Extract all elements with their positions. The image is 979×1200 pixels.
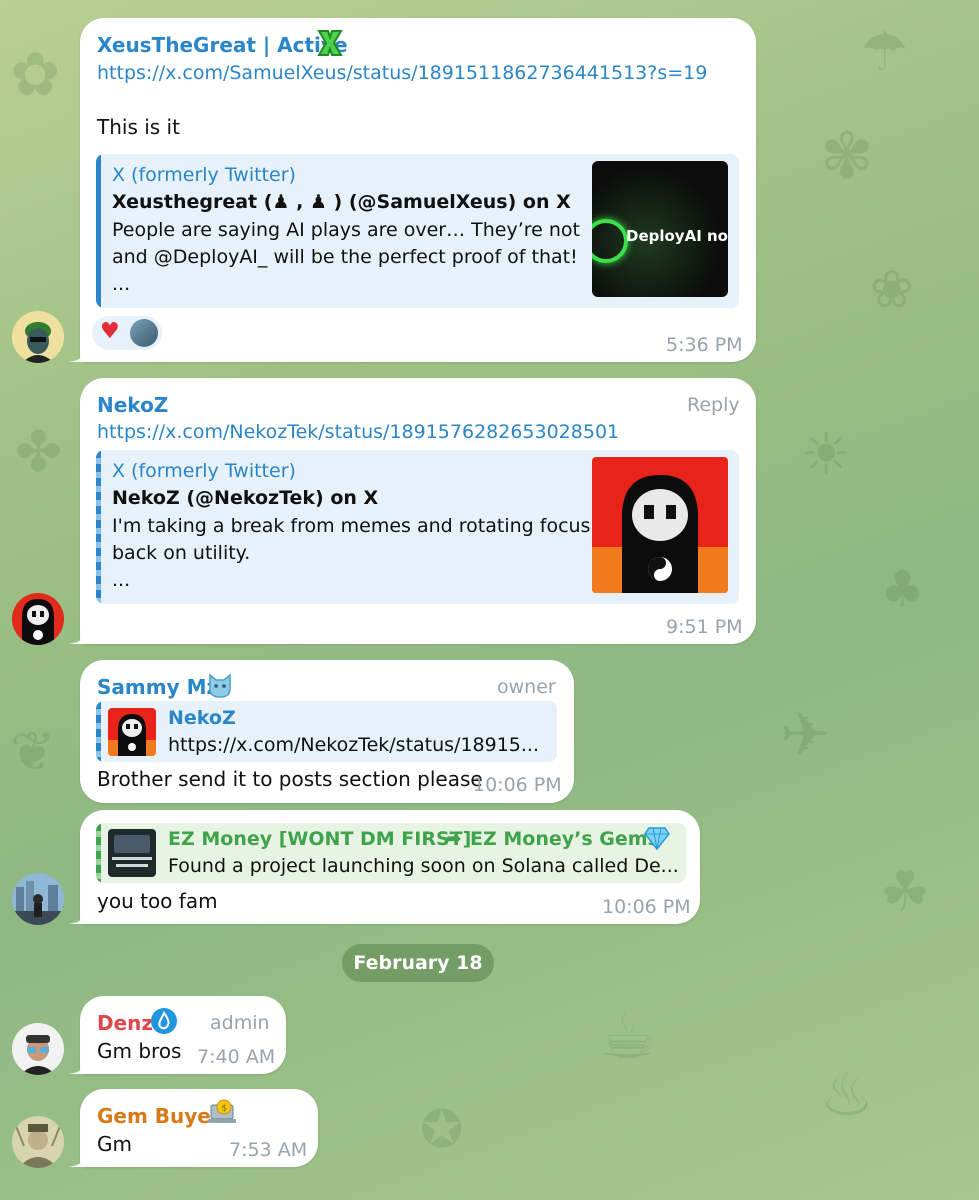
background-doodle: ❦ — [10, 720, 56, 783]
avatar[interactable] — [12, 1023, 64, 1075]
message-link[interactable]: https://x.com/NekozTek/status/1891576282… — [97, 421, 619, 443]
blue-cat-emoji-icon — [206, 671, 234, 699]
thumbnail-text: DeployAI now — [626, 227, 728, 245]
message-bubble-xeus[interactable]: XeusTheGreat | Active https://x.com/Samu… — [70, 18, 756, 362]
message-text: This is it — [97, 115, 180, 139]
preview-description: I'm taking a break from memes and rotati… — [112, 515, 591, 537]
background-doodle: ✪ — [420, 1100, 464, 1160]
avatar[interactable] — [12, 311, 64, 363]
sender-name[interactable]: Denz — [97, 1011, 153, 1035]
heart-icon[interactable]: ♥ — [100, 319, 120, 344]
message-bubble-gem-buyer[interactable]: Gem Buyer $ Gm 7:53 AM — [70, 1089, 318, 1167]
message-time: 10:06 PM — [473, 774, 562, 796]
message-text: Brother send it to posts section please — [97, 767, 483, 791]
background-doodle: ✤ — [15, 420, 62, 485]
green-x-emoji-icon — [316, 28, 344, 58]
background-doodle: ☕ — [600, 1000, 658, 1074]
message-bubble-you-too-fam[interactable]: EZ Money [WONT DM FIRST] ➦ EZ Money’s Ge… — [70, 810, 700, 924]
preview-thumbnail: DeployAI now — [592, 161, 728, 297]
message-text: Gm — [97, 1132, 132, 1156]
message-time: 10:06 PM — [602, 896, 691, 918]
quote-text: https://x.com/NekozTek/status/18915... — [168, 734, 540, 756]
avatar[interactable] — [12, 1116, 64, 1168]
message-bubble-nekoz[interactable]: NekoZ Reply https://x.com/NekozTek/statu… — [70, 378, 756, 644]
background-doodle: ♨ — [820, 1060, 874, 1130]
forward-target: EZ Money’s Gems — [470, 828, 659, 850]
svg-text:$: $ — [222, 1104, 228, 1114]
background-doodle: ☂ — [860, 20, 909, 83]
background-doodle: ❀ — [870, 260, 914, 320]
link-preview[interactable]: X (formerly Twitter) Xeusthegreat (♟ , ♟… — [96, 154, 739, 308]
forward-arrow-icon: ➦ — [445, 826, 462, 850]
quote-author: NekoZ — [168, 707, 236, 729]
laptop-coin-emoji-icon: $ — [206, 1099, 238, 1127]
preview-site-name: X (formerly Twitter) — [112, 164, 296, 186]
background-doodle: ☘ — [880, 860, 931, 925]
message-text: Gm bros — [97, 1039, 182, 1063]
sender-name[interactable]: Sammy Mz — [97, 675, 218, 699]
preview-accent-bar — [96, 154, 101, 308]
quote-accent-bar — [96, 701, 101, 762]
reply-label[interactable]: Reply — [687, 394, 740, 416]
message-time: 7:53 AM — [229, 1139, 308, 1161]
background-doodle: ♣ — [880, 560, 925, 618]
preview-description: People are saying AI plays are over… The… — [112, 219, 580, 241]
background-doodle: ✿ — [10, 40, 61, 110]
message-link[interactable]: https://x.com/SamuelXeus/status/18915118… — [97, 62, 707, 84]
preview-site-name: X (formerly Twitter) — [112, 460, 296, 482]
preview-accent-bar — [96, 450, 101, 604]
reply-quote[interactable]: EZ Money [WONT DM FIRST] ➦ EZ Money’s Ge… — [96, 823, 686, 883]
preview-thumbnail — [592, 457, 728, 593]
preview-description: back on utility. — [112, 542, 251, 564]
sender-name[interactable]: XeusTheGreat | Active — [97, 33, 348, 57]
quote-thumbnail — [108, 829, 156, 877]
message-time: 7:40 AM — [197, 1046, 276, 1068]
preview-title: NekoZ (@NekozTek) on X — [112, 487, 379, 509]
preview-description: and @DeployAI_ will be the perfect proof… — [112, 246, 578, 268]
reply-quote[interactable]: NekoZ https://x.com/NekozTek/status/1891… — [96, 701, 557, 762]
deployai-logo-icon — [592, 219, 628, 263]
avatar[interactable] — [12, 593, 64, 645]
diamond-icon — [644, 826, 670, 851]
message-time: 5:36 PM — [666, 334, 743, 356]
link-preview[interactable]: X (formerly Twitter) NekoZ (@NekozTek) o… — [96, 450, 739, 604]
sender-name[interactable]: Gem Buyer — [97, 1104, 221, 1128]
quote-accent-bar — [96, 823, 101, 883]
date-separator: February 18 — [342, 944, 494, 982]
message-time: 9:51 PM — [666, 616, 743, 638]
quote-text: Found a project launching soon on Solana… — [168, 855, 679, 877]
preview-title: Xeusthegreat (♟ , ♟ ) (@SamuelXeus) on X — [112, 191, 571, 213]
avatar[interactable] — [12, 873, 64, 925]
role-badge: owner — [497, 676, 556, 698]
message-bubble-denz[interactable]: Denz admin Gm bros 7:40 AM — [70, 996, 286, 1074]
preview-description: ... — [112, 569, 131, 591]
message-bubble-sammy[interactable]: Sammy Mz owner NekoZ https://x.com/Nekoz… — [80, 660, 574, 803]
background-doodle: ☀ — [800, 420, 852, 488]
background-doodle: ✾ — [820, 120, 874, 194]
preview-description: ... — [112, 273, 131, 295]
water-drop-badge-icon — [150, 1007, 178, 1035]
reactor-avatar — [130, 319, 158, 347]
message-text: you too fam — [97, 889, 218, 913]
quote-author: EZ Money [WONT DM FIRST] — [168, 828, 472, 850]
reactions-bar[interactable]: ♥ — [92, 316, 162, 350]
sender-name[interactable]: NekoZ — [97, 393, 168, 417]
quote-thumbnail — [108, 708, 156, 756]
role-badge: admin — [210, 1012, 270, 1034]
background-doodle: ✈ — [780, 700, 831, 770]
